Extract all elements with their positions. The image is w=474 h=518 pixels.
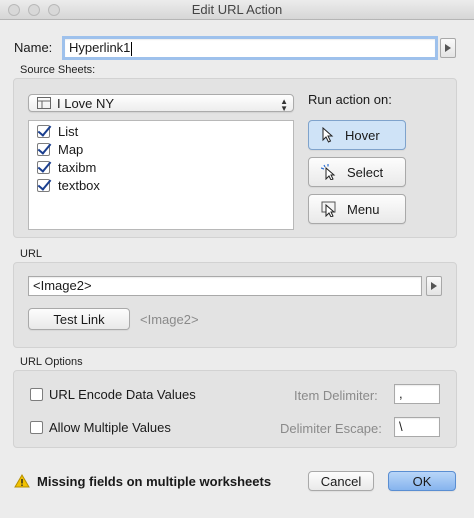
url-insert-button[interactable] (426, 276, 442, 296)
triangle-right-icon (445, 44, 451, 52)
checkbox-map[interactable] (37, 142, 50, 156)
title-bar: Edit URL Action (0, 0, 474, 20)
sheets-list: List Map taxibm textbox (28, 120, 294, 230)
warning-message: Missing fields on multiple worksheets (37, 474, 272, 489)
url-value: <Image2> (33, 278, 92, 293)
name-insert-button[interactable] (440, 38, 456, 58)
menu-pointer-icon (321, 201, 336, 217)
list-item-map[interactable]: Map (37, 140, 83, 158)
url-options-group (13, 370, 457, 448)
checkbox-textbox[interactable] (37, 178, 50, 192)
delimiter-escape-value: \ (399, 419, 403, 434)
select-button[interactable]: Select (308, 157, 406, 187)
ok-button[interactable]: OK (388, 471, 456, 491)
select-label: Select (347, 164, 384, 180)
sheet-label: Map (58, 141, 84, 157)
encode-checkbox[interactable] (30, 388, 43, 401)
delimiter-escape-label: Delimiter Escape: (280, 421, 382, 436)
url-options-label: URL Options (20, 356, 83, 368)
list-item-taxibm[interactable]: taxibm (37, 158, 96, 176)
item-delimiter-value: , (399, 386, 403, 401)
url-group (13, 262, 457, 348)
menu-label: Menu (347, 201, 380, 217)
allow-multiple-option[interactable]: Allow Multiple Values (30, 420, 171, 435)
url-section-label: URL (20, 248, 43, 260)
checkbox-taxibm[interactable] (37, 160, 50, 174)
text-cursor (131, 41, 133, 56)
updown-icon: ▲ ▼ (280, 97, 288, 113)
data-source-value: I Love NY (57, 95, 115, 111)
delimiter-escape-field[interactable]: \ (394, 417, 440, 437)
item-delimiter-label: Item Delimiter: (294, 388, 378, 403)
list-item-textbox[interactable]: textbox (37, 176, 100, 194)
test-link-label: Test Link (53, 311, 105, 327)
window-title: Edit URL Action (191, 2, 283, 17)
list-item-list[interactable]: List (37, 122, 78, 140)
url-field[interactable]: <Image2> (28, 276, 422, 296)
triangle-right-icon (431, 282, 437, 290)
url-preview: <Image2> (140, 312, 199, 327)
menu-button[interactable]: Menu (308, 194, 406, 224)
pointer-icon (322, 127, 334, 143)
sheet-label: List (58, 123, 79, 139)
ok-label: OK (412, 473, 432, 489)
name-label: Name: (14, 40, 53, 55)
hover-label: Hover (345, 127, 380, 143)
allow-multiple-checkbox[interactable] (30, 421, 43, 434)
item-delimiter-field[interactable]: , (394, 384, 440, 404)
data-source-icon (37, 97, 51, 109)
warning-icon (14, 474, 30, 488)
source-sheets-label: Source Sheets: (20, 64, 96, 76)
cancel-label: Cancel (320, 473, 362, 489)
encode-option[interactable]: URL Encode Data Values (30, 387, 196, 402)
encode-label: URL Encode Data Values (49, 387, 196, 402)
data-source-dropdown[interactable]: I Love NY ▲ ▼ (28, 94, 294, 113)
sheet-label: textbox (58, 177, 100, 193)
cancel-button[interactable]: Cancel (308, 471, 374, 491)
test-link-button[interactable]: Test Link (28, 308, 130, 330)
allow-multiple-label: Allow Multiple Values (49, 420, 171, 435)
sheet-label: taxibm (58, 159, 97, 175)
click-pointer-icon (321, 164, 336, 180)
name-field[interactable]: Hyperlink1 (62, 36, 438, 60)
checkbox-list[interactable] (37, 124, 50, 138)
hover-button[interactable]: Hover (308, 120, 406, 150)
name-value: Hyperlink1 (69, 40, 131, 55)
run-action-label: Run action on: (308, 92, 392, 107)
